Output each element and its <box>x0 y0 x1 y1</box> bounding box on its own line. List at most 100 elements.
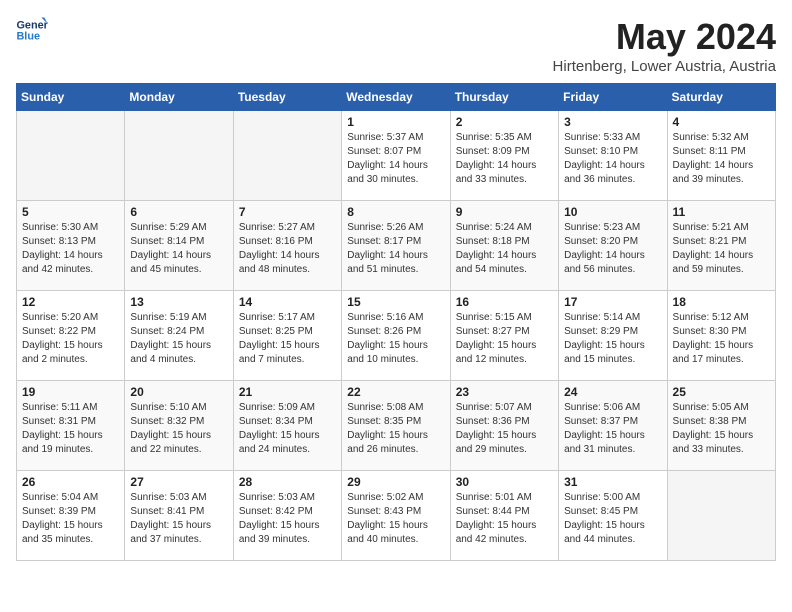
day-number: 31 <box>564 475 661 489</box>
day-number: 29 <box>347 475 444 489</box>
day-info: Sunrise: 5:26 AM Sunset: 8:17 PM Dayligh… <box>347 221 444 277</box>
calendar-week-row: 19Sunrise: 5:11 AM Sunset: 8:31 PM Dayli… <box>17 381 776 471</box>
calendar-day-cell <box>667 471 775 561</box>
weekday-header-row: SundayMondayTuesdayWednesdayThursdayFrid… <box>17 84 776 111</box>
day-info: Sunrise: 5:37 AM Sunset: 8:07 PM Dayligh… <box>347 131 444 187</box>
day-info: Sunrise: 5:07 AM Sunset: 8:36 PM Dayligh… <box>456 401 553 457</box>
calendar-day-cell: 14Sunrise: 5:17 AM Sunset: 8:25 PM Dayli… <box>233 291 341 381</box>
day-info: Sunrise: 5:35 AM Sunset: 8:09 PM Dayligh… <box>456 131 553 187</box>
day-info: Sunrise: 5:10 AM Sunset: 8:32 PM Dayligh… <box>130 401 227 457</box>
weekday-header-cell: Thursday <box>450 84 558 111</box>
calendar-day-cell: 20 Sunrise: 5:10 AM Sunset: 8:32 PM Dayli… <box>125 381 233 471</box>
day-number: 10 <box>564 205 661 219</box>
day-number: 28 <box>239 475 336 489</box>
calendar-day-cell: 30Sunrise: 5:01 AM Sunset: 8:44 PM Dayli… <box>450 471 558 561</box>
day-info: Sunrise: 5:11 AM Sunset: 8:31 PM Dayligh… <box>22 401 119 457</box>
calendar-table: SundayMondayTuesdayWednesdayThursdayFrid… <box>16 83 776 561</box>
day-info: Sunrise: 5:30 AM Sunset: 8:13 PM Dayligh… <box>22 221 119 277</box>
day-number: 13 <box>130 295 227 309</box>
day-info: Sunrise: 5:01 AM Sunset: 8:44 PM Dayligh… <box>456 491 553 547</box>
day-info: Sunrise: 5:12 AM Sunset: 8:30 PM Dayligh… <box>673 311 770 367</box>
location: Hirtenberg, Lower Austria, Austria <box>553 58 776 75</box>
day-number: 27 <box>130 475 227 489</box>
day-number: 11 <box>673 205 770 219</box>
calendar-day-cell: 18 Sunrise: 5:12 AM Sunset: 8:30 PM Dayli… <box>667 291 775 381</box>
day-number: 7 <box>239 205 336 219</box>
calendar-day-cell <box>125 111 233 201</box>
day-info: Sunrise: 5:21 AM Sunset: 8:21 PM Dayligh… <box>673 221 770 277</box>
day-info: Sunrise: 5:24 AM Sunset: 8:18 PM Dayligh… <box>456 221 553 277</box>
day-info: Sunrise: 5:03 AM Sunset: 8:41 PM Dayligh… <box>130 491 227 547</box>
calendar-day-cell: 12 Sunrise: 5:20 AM Sunset: 8:22 PM Dayli… <box>17 291 125 381</box>
day-info: Sunrise: 5:23 AM Sunset: 8:20 PM Dayligh… <box>564 221 661 277</box>
calendar-day-cell: 22 Sunrise: 5:08 AM Sunset: 8:35 PM Dayli… <box>342 381 450 471</box>
day-number: 22 <box>347 385 444 399</box>
day-info: Sunrise: 5:00 AM Sunset: 8:45 PM Dayligh… <box>564 491 661 547</box>
calendar-day-cell: 9 Sunrise: 5:24 AM Sunset: 8:18 PM Daylig… <box>450 201 558 291</box>
weekday-header-cell: Saturday <box>667 84 775 111</box>
calendar-day-cell: 24 Sunrise: 5:06 AM Sunset: 8:37 PM Dayli… <box>559 381 667 471</box>
calendar-day-cell: 19Sunrise: 5:11 AM Sunset: 8:31 PM Dayli… <box>17 381 125 471</box>
day-number: 18 <box>673 295 770 309</box>
calendar-body: 1 Sunrise: 5:37 AM Sunset: 8:07 PM Daylig… <box>17 111 776 561</box>
logo-icon: General Blue <box>16 16 48 44</box>
day-number: 23 <box>456 385 553 399</box>
day-number: 1 <box>347 115 444 129</box>
day-number: 8 <box>347 205 444 219</box>
day-number: 4 <box>673 115 770 129</box>
day-number: 5 <box>22 205 119 219</box>
page-header: General Blue May 2024 Hirtenberg, Lower … <box>16 16 776 75</box>
day-number: 25 <box>673 385 770 399</box>
day-number: 20 <box>130 385 227 399</box>
day-number: 6 <box>130 205 227 219</box>
day-info: Sunrise: 5:09 AM Sunset: 8:34 PM Dayligh… <box>239 401 336 457</box>
weekday-header-cell: Monday <box>125 84 233 111</box>
day-number: 14 <box>239 295 336 309</box>
calendar-day-cell <box>17 111 125 201</box>
calendar-day-cell: 2Sunrise: 5:35 AM Sunset: 8:09 PM Daylig… <box>450 111 558 201</box>
day-info: Sunrise: 5:04 AM Sunset: 8:39 PM Dayligh… <box>22 491 119 547</box>
calendar-day-cell: 21 Sunrise: 5:09 AM Sunset: 8:34 PM Dayli… <box>233 381 341 471</box>
calendar-day-cell: 27 Sunrise: 5:03 AM Sunset: 8:41 PM Dayli… <box>125 471 233 561</box>
day-info: Sunrise: 5:06 AM Sunset: 8:37 PM Dayligh… <box>564 401 661 457</box>
weekday-header-cell: Wednesday <box>342 84 450 111</box>
calendar-day-cell: 11 Sunrise: 5:21 AM Sunset: 8:21 PM Dayli… <box>667 201 775 291</box>
day-info: Sunrise: 5:19 AM Sunset: 8:24 PM Dayligh… <box>130 311 227 367</box>
day-info: Sunrise: 5:16 AM Sunset: 8:26 PM Dayligh… <box>347 311 444 367</box>
calendar-week-row: 1 Sunrise: 5:37 AM Sunset: 8:07 PM Daylig… <box>17 111 776 201</box>
calendar-week-row: 12 Sunrise: 5:20 AM Sunset: 8:22 PM Dayli… <box>17 291 776 381</box>
svg-text:Blue: Blue <box>16 30 40 42</box>
day-info: Sunrise: 5:15 AM Sunset: 8:27 PM Dayligh… <box>456 311 553 367</box>
day-number: 24 <box>564 385 661 399</box>
month-title: May 2024 <box>553 16 776 58</box>
day-info: Sunrise: 5:33 AM Sunset: 8:10 PM Dayligh… <box>564 131 661 187</box>
day-number: 9 <box>456 205 553 219</box>
day-info: Sunrise: 5:03 AM Sunset: 8:42 PM Dayligh… <box>239 491 336 547</box>
calendar-day-cell: 29 Sunrise: 5:02 AM Sunset: 8:43 PM Dayli… <box>342 471 450 561</box>
day-info: Sunrise: 5:29 AM Sunset: 8:14 PM Dayligh… <box>130 221 227 277</box>
day-number: 15 <box>347 295 444 309</box>
calendar-day-cell: 7Sunrise: 5:27 AM Sunset: 8:16 PM Daylig… <box>233 201 341 291</box>
day-number: 12 <box>22 295 119 309</box>
calendar-day-cell: 25Sunrise: 5:05 AM Sunset: 8:38 PM Dayli… <box>667 381 775 471</box>
calendar-day-cell: 23 Sunrise: 5:07 AM Sunset: 8:36 PM Dayli… <box>450 381 558 471</box>
weekday-header-cell: Sunday <box>17 84 125 111</box>
day-info: Sunrise: 5:32 AM Sunset: 8:11 PM Dayligh… <box>673 131 770 187</box>
title-block: May 2024 Hirtenberg, Lower Austria, Aust… <box>553 16 776 75</box>
day-info: Sunrise: 5:02 AM Sunset: 8:43 PM Dayligh… <box>347 491 444 547</box>
calendar-day-cell: 10 Sunrise: 5:23 AM Sunset: 8:20 PM Dayli… <box>559 201 667 291</box>
calendar-day-cell: 17 Sunrise: 5:14 AM Sunset: 8:29 PM Dayli… <box>559 291 667 381</box>
calendar-day-cell: 15 Sunrise: 5:16 AM Sunset: 8:26 PM Dayli… <box>342 291 450 381</box>
calendar-day-cell: 28 Sunrise: 5:03 AM Sunset: 8:42 PM Dayli… <box>233 471 341 561</box>
calendar-day-cell: 16 Sunrise: 5:15 AM Sunset: 8:27 PM Dayli… <box>450 291 558 381</box>
weekday-header-cell: Friday <box>559 84 667 111</box>
calendar-day-cell: 4 Sunrise: 5:32 AM Sunset: 8:11 PM Daylig… <box>667 111 775 201</box>
calendar-day-cell: 13 Sunrise: 5:19 AM Sunset: 8:24 PM Dayli… <box>125 291 233 381</box>
day-number: 16 <box>456 295 553 309</box>
day-info: Sunrise: 5:14 AM Sunset: 8:29 PM Dayligh… <box>564 311 661 367</box>
calendar-day-cell: 6 Sunrise: 5:29 AM Sunset: 8:14 PM Daylig… <box>125 201 233 291</box>
day-number: 21 <box>239 385 336 399</box>
day-info: Sunrise: 5:08 AM Sunset: 8:35 PM Dayligh… <box>347 401 444 457</box>
day-number: 17 <box>564 295 661 309</box>
day-info: Sunrise: 5:20 AM Sunset: 8:22 PM Dayligh… <box>22 311 119 367</box>
